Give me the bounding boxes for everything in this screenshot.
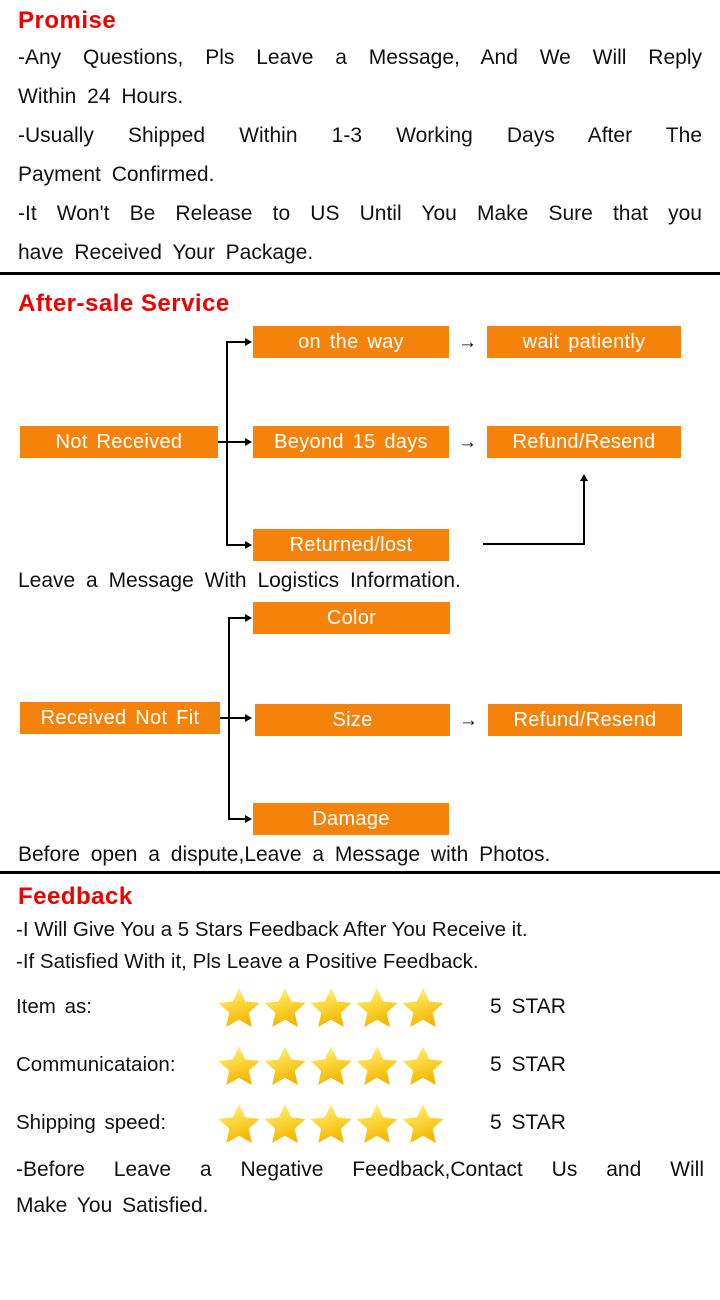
star-icon xyxy=(216,1101,262,1145)
promise-body: -Any Questions, Pls Leave a Message, And… xyxy=(0,38,720,272)
promise-line-5: -It Won't Be Release to US Until You Mak… xyxy=(18,202,702,225)
star-icon xyxy=(400,985,446,1029)
star-icon xyxy=(400,1101,446,1145)
flow1-elbow-arrowhead xyxy=(580,474,588,481)
flow1-result-refund-resend[interactable]: Refund/Resend xyxy=(487,426,681,458)
feedback-tail-line-2: Make You Satisfied. xyxy=(16,1194,209,1217)
feedback-section: Feedback -I Will Give You a 5 Stars Feed… xyxy=(0,874,720,1224)
star-icon xyxy=(354,1043,400,1087)
flow2-connector-branch-top xyxy=(228,617,246,619)
star-icon xyxy=(262,1101,308,1145)
star-icon xyxy=(262,985,308,1029)
promise-title: Promise xyxy=(18,7,117,34)
flow1-branch-beyond-15-days[interactable]: Beyond 15 days xyxy=(253,426,449,458)
flow1-elbow-horizontal xyxy=(483,543,585,545)
flow2-branch-color[interactable]: Color xyxy=(253,602,450,634)
star-icon xyxy=(400,1043,446,1087)
rating-value-shipping-speed: 5 STAR xyxy=(490,1111,566,1134)
star-icon xyxy=(354,1101,400,1145)
flow2-note: Before open a dispute,Leave a Message wi… xyxy=(18,843,551,866)
flow1-connector-branch-mid xyxy=(226,441,246,443)
star-icon xyxy=(216,985,262,1029)
flow2-connector-branch-bottom xyxy=(228,818,246,820)
promise-line-4: Payment Confirmed. xyxy=(18,163,215,186)
flow2-branch-damage[interactable]: Damage xyxy=(253,803,449,835)
star-icon xyxy=(308,1101,354,1145)
flow1-connector-trunk xyxy=(226,341,228,546)
flow2-arrowhead-top xyxy=(245,614,252,622)
rating-stars-item-as xyxy=(216,985,448,1029)
flow1-source-box[interactable]: Not Received xyxy=(20,426,218,458)
flow1-note: Leave a Message With Logistics Informati… xyxy=(18,569,461,592)
flow1-arrowhead-bottom xyxy=(245,541,252,549)
star-icon xyxy=(308,1043,354,1087)
flow1-branch-on-the-way[interactable]: on the way xyxy=(253,326,449,358)
feedback-title: Feedback xyxy=(18,883,133,910)
feedback-tail-line-1: -Before Leave a Negative Feedback,Contac… xyxy=(16,1158,704,1181)
rating-stars-communication xyxy=(216,1043,448,1087)
star-icon xyxy=(216,1043,262,1087)
rating-label-item-as: Item as: xyxy=(16,995,92,1018)
flow2-arrow-glyph-mid: → xyxy=(459,710,478,731)
feedback-line-2: -If Satisfied With it, Pls Leave a Posit… xyxy=(16,950,479,973)
rating-row: Communicataion: 5 STAR xyxy=(0,1036,720,1094)
flow2-arrowhead-bottom xyxy=(245,815,252,823)
flowchart-received-not-fit: Received Not Fit Color Size Refund/Resen… xyxy=(0,599,720,871)
promise-line-3: -Usually Shipped Within 1-3 Working Days… xyxy=(18,124,702,147)
star-icon xyxy=(354,985,400,1029)
rating-row: Shipping speed: 5 STAR xyxy=(0,1094,720,1152)
promise-line-1: -Any Questions, Pls Leave a Message, And… xyxy=(18,46,702,69)
flow2-result-refund-resend[interactable]: Refund/Resend xyxy=(488,704,682,736)
rating-value-item-as: 5 STAR xyxy=(490,995,566,1018)
flow1-connector-branch-bottom xyxy=(226,544,246,546)
promise-line-6: have Received Your Package. xyxy=(18,241,314,264)
flow2-connector-branch-mid xyxy=(228,717,246,719)
flow2-arrowhead-mid xyxy=(245,714,252,722)
after-sale-title: After-sale Service xyxy=(18,290,230,317)
feedback-tail: -Before Leave a Negative Feedback,Contac… xyxy=(0,1152,720,1224)
flow1-arrow-glyph-mid: → xyxy=(458,432,477,453)
feedback-line-1: -I Will Give You a 5 Stars Feedback Afte… xyxy=(16,918,528,941)
flow1-branch-returned-lost[interactable]: Returned/lost xyxy=(253,529,449,561)
flow1-arrowhead-top xyxy=(245,338,252,346)
rating-label-communication: Communicataion: xyxy=(16,1053,176,1076)
flow1-arrow-glyph-top: → xyxy=(458,332,477,353)
flow1-connector-branch-top xyxy=(226,341,246,343)
flow1-arrowhead-mid xyxy=(245,438,252,446)
flow2-source-box[interactable]: Received Not Fit xyxy=(20,702,220,734)
flow2-branch-size[interactable]: Size xyxy=(255,704,450,736)
rating-stars-shipping-speed xyxy=(216,1101,448,1145)
star-icon xyxy=(308,985,354,1029)
flow1-result-wait-patiently[interactable]: wait patiently xyxy=(487,326,681,358)
rating-value-communication: 5 STAR xyxy=(490,1053,566,1076)
after-sale-service-section: After-sale Service Not Received on the w… xyxy=(0,275,720,871)
flow1-elbow-vertical xyxy=(583,481,585,545)
rating-label-shipping-speed: Shipping speed: xyxy=(16,1111,167,1134)
star-icon xyxy=(262,1043,308,1087)
promise-line-2: Within 24 Hours. xyxy=(18,85,184,108)
promise-section: Promise -Any Questions, Pls Leave a Mess… xyxy=(0,0,720,272)
rating-row: Item as: 5 STAR xyxy=(0,978,720,1036)
flowchart-not-received: Not Received on the way wait patiently B… xyxy=(0,321,720,599)
